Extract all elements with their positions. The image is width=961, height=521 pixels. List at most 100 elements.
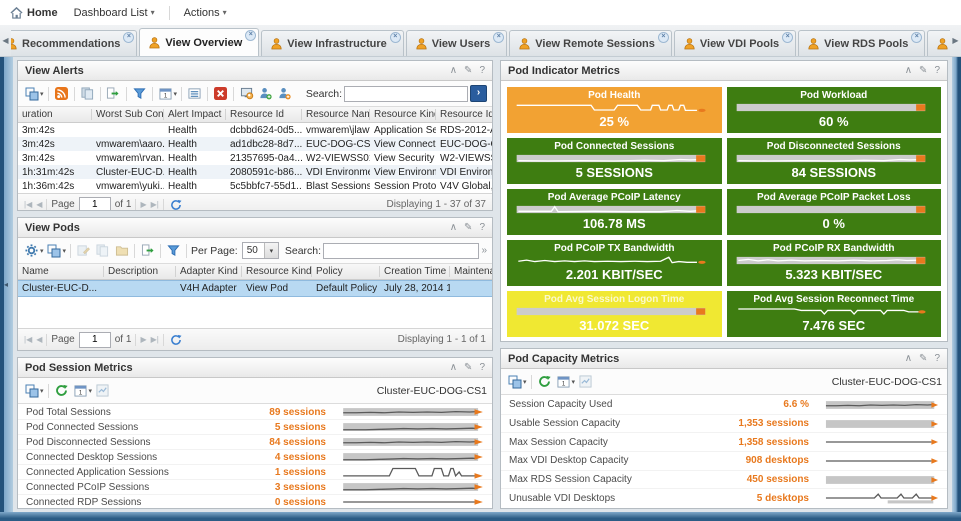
list-view-icon[interactable] <box>186 86 203 102</box>
export-icon[interactable] <box>105 86 122 102</box>
metric-row[interactable]: Session Capacity Used 6.6 % <box>501 396 947 415</box>
tab-view-overview[interactable]: View Overview × <box>139 28 260 56</box>
first-page-icon[interactable]: |◀ <box>24 200 32 209</box>
tile-pod-workload[interactable]: Pod Workload 60 % <box>726 87 941 133</box>
metric-row[interactable]: Pod Disconnected Sessions 84 sessions <box>18 435 492 450</box>
column-header[interactable]: Policy <box>312 266 380 277</box>
close-icon[interactable]: × <box>782 32 794 43</box>
close-icon[interactable]: × <box>911 32 923 43</box>
tile-pod-pcoip-rx-bandwidth[interactable]: Pod PCoIP RX Bandwidth 5.323 KBIT/SEC <box>726 240 941 286</box>
alerts-search-input[interactable] <box>344 85 468 102</box>
tile-pod-health[interactable]: Pod Health 25 % <box>507 87 722 133</box>
table-row[interactable]: 3m:42s vmwarem\aaro... Health ad1dbc28-8d7.… <box>18 137 492 151</box>
tab-scroll-left-icon[interactable]: ◀ <box>0 25 11 56</box>
collapse-icon[interactable]: ∧ <box>450 65 457 76</box>
edit-resource-icon[interactable] <box>75 243 92 259</box>
help-icon[interactable]: ? <box>479 222 485 233</box>
per-page-select[interactable]: 50 ▾ <box>241 242 279 259</box>
window-options-icon[interactable] <box>23 383 40 399</box>
tile-pod-connected-sessions[interactable]: Pod Connected Sessions 5 SESSIONS <box>507 138 722 184</box>
edit-icon[interactable]: ✎ <box>464 362 472 373</box>
tab-recommendations[interactable]: Recommendations × <box>0 30 138 56</box>
close-icon[interactable]: × <box>389 32 401 43</box>
tile-pod-average-pcoip-latency[interactable]: Pod Average PCoIP Latency 106.78 MS <box>507 189 722 235</box>
window-options-icon[interactable] <box>46 243 63 259</box>
user-add-green-icon[interactable] <box>257 86 274 102</box>
close-icon[interactable]: × <box>123 32 135 43</box>
tab-view-infrastructure[interactable]: View Infrastructure × <box>261 30 404 56</box>
column-header[interactable]: Resource Name <box>302 109 370 120</box>
last-page-icon[interactable]: ▶| <box>151 335 159 344</box>
refresh-icon[interactable] <box>168 332 185 348</box>
metric-row[interactable]: Connected Desktop Sessions 4 sessions <box>18 450 492 465</box>
export-icon[interactable] <box>139 243 156 259</box>
user-add-orange-icon[interactable] <box>276 86 293 102</box>
close-icon[interactable]: × <box>493 32 505 43</box>
metric-row[interactable]: Unusable VDI Desktops 5 desktops <box>501 489 947 507</box>
column-header[interactable]: Worst Sub Contain <box>92 109 164 120</box>
column-header[interactable]: uration <box>18 109 92 120</box>
help-icon[interactable]: ? <box>479 362 485 373</box>
refresh-icon[interactable] <box>536 374 553 390</box>
chevron-down-icon[interactable]: ▾ <box>40 247 44 255</box>
next-page-icon[interactable]: ▶ <box>140 335 146 344</box>
close-icon[interactable]: × <box>657 32 669 43</box>
tab-view-users[interactable]: View Users × <box>405 30 508 56</box>
chevron-down-icon[interactable]: ▾ <box>63 247 67 255</box>
column-header[interactable]: Maintenance Sc <box>450 266 492 277</box>
edit-icon[interactable]: ✎ <box>464 222 472 233</box>
help-icon[interactable]: ? <box>934 65 940 76</box>
tile-pod-disconnected-sessions[interactable]: Pod Disconnected Sessions 84 SESSIONS <box>726 138 941 184</box>
edit-icon[interactable]: ✎ <box>919 65 927 76</box>
dashboard-list-menu[interactable]: Dashboard List ▾ <box>74 7 155 19</box>
actions-menu[interactable]: Actions ▾ <box>184 7 227 19</box>
column-header[interactable]: Name <box>18 266 104 277</box>
table-row-selected[interactable]: Cluster-EUC-D... V4H Adapter View Pod Defau… <box>18 280 492 297</box>
window-options-icon[interactable] <box>23 86 40 102</box>
page-input[interactable] <box>78 331 111 348</box>
column-header[interactable]: Alert Impact <box>164 109 226 120</box>
refresh-icon[interactable] <box>53 383 70 399</box>
column-header[interactable]: Resource Id <box>226 109 302 120</box>
table-row[interactable]: 1h:36m:42s vmwarem\yuki... Health 5c5bbfc7-… <box>18 179 492 193</box>
collapse-icon[interactable]: ∧ <box>905 353 912 364</box>
metric-row[interactable]: Usable Session Capacity 1,353 sessions <box>501 415 947 434</box>
delete-alert-icon[interactable] <box>212 86 229 102</box>
calendar-icon[interactable]: 1 <box>555 374 572 390</box>
column-header[interactable]: Description <box>104 266 176 277</box>
table-row[interactable]: 3m:42sHealthdcbbd624-0d5...vmwarem\jlawt… <box>18 123 492 137</box>
collapse-icon[interactable]: ∧ <box>450 222 457 233</box>
metric-row[interactable]: Pod Connected Sessions 5 sessions <box>18 420 492 435</box>
chevron-down-icon[interactable]: ▾ <box>572 378 576 386</box>
prev-page-icon[interactable]: ◀ <box>36 200 42 209</box>
folder-open-icon[interactable] <box>113 243 130 259</box>
copy-icon[interactable] <box>94 243 111 259</box>
metric-row[interactable]: Max RDS Session Capacity 450 sessions <box>501 471 947 490</box>
column-header[interactable]: Adapter Kind <box>176 266 242 277</box>
search-go-button[interactable]: › <box>470 85 487 102</box>
chevron-down-icon[interactable]: ▾ <box>40 90 44 98</box>
pods-search-input[interactable] <box>323 242 480 259</box>
filter-icon[interactable] <box>131 86 148 102</box>
metric-row[interactable]: Max VDI Desktop Capacity 908 desktops <box>501 452 947 471</box>
tab-scroll-right-icon[interactable]: ▶ <box>950 25 961 56</box>
rss-feed-icon[interactable] <box>53 86 70 102</box>
calendar-icon[interactable]: 1 <box>72 383 89 399</box>
metric-row[interactable]: Max Session Capacity 1,358 sessions <box>501 433 947 453</box>
page-input[interactable] <box>78 196 111 210</box>
column-header[interactable]: Creation Time <box>380 266 450 277</box>
copy-icon[interactable] <box>79 86 96 102</box>
tab-view-vdi-pools[interactable]: View VDI Pools × <box>673 30 797 56</box>
calendar-icon[interactable]: 1 <box>157 86 174 102</box>
collapse-icon[interactable]: ∧ <box>450 362 457 373</box>
filter-icon[interactable] <box>165 243 182 259</box>
close-icon[interactable]: × <box>245 30 257 41</box>
metric-row[interactable]: Pod Total Sessions 89 sessions <box>18 405 492 420</box>
help-icon[interactable]: ? <box>934 353 940 364</box>
chevron-down-icon[interactable]: ▾ <box>40 387 44 395</box>
edit-icon[interactable]: ✎ <box>919 353 927 364</box>
tile-pod-average-pcoip-packet-loss[interactable]: Pod Average PCoIP Packet Loss 0 % <box>726 189 941 235</box>
chevron-down-icon[interactable]: ▾ <box>174 90 178 98</box>
first-page-icon[interactable]: |◀ <box>24 335 32 344</box>
prev-page-icon[interactable]: ◀ <box>36 335 42 344</box>
